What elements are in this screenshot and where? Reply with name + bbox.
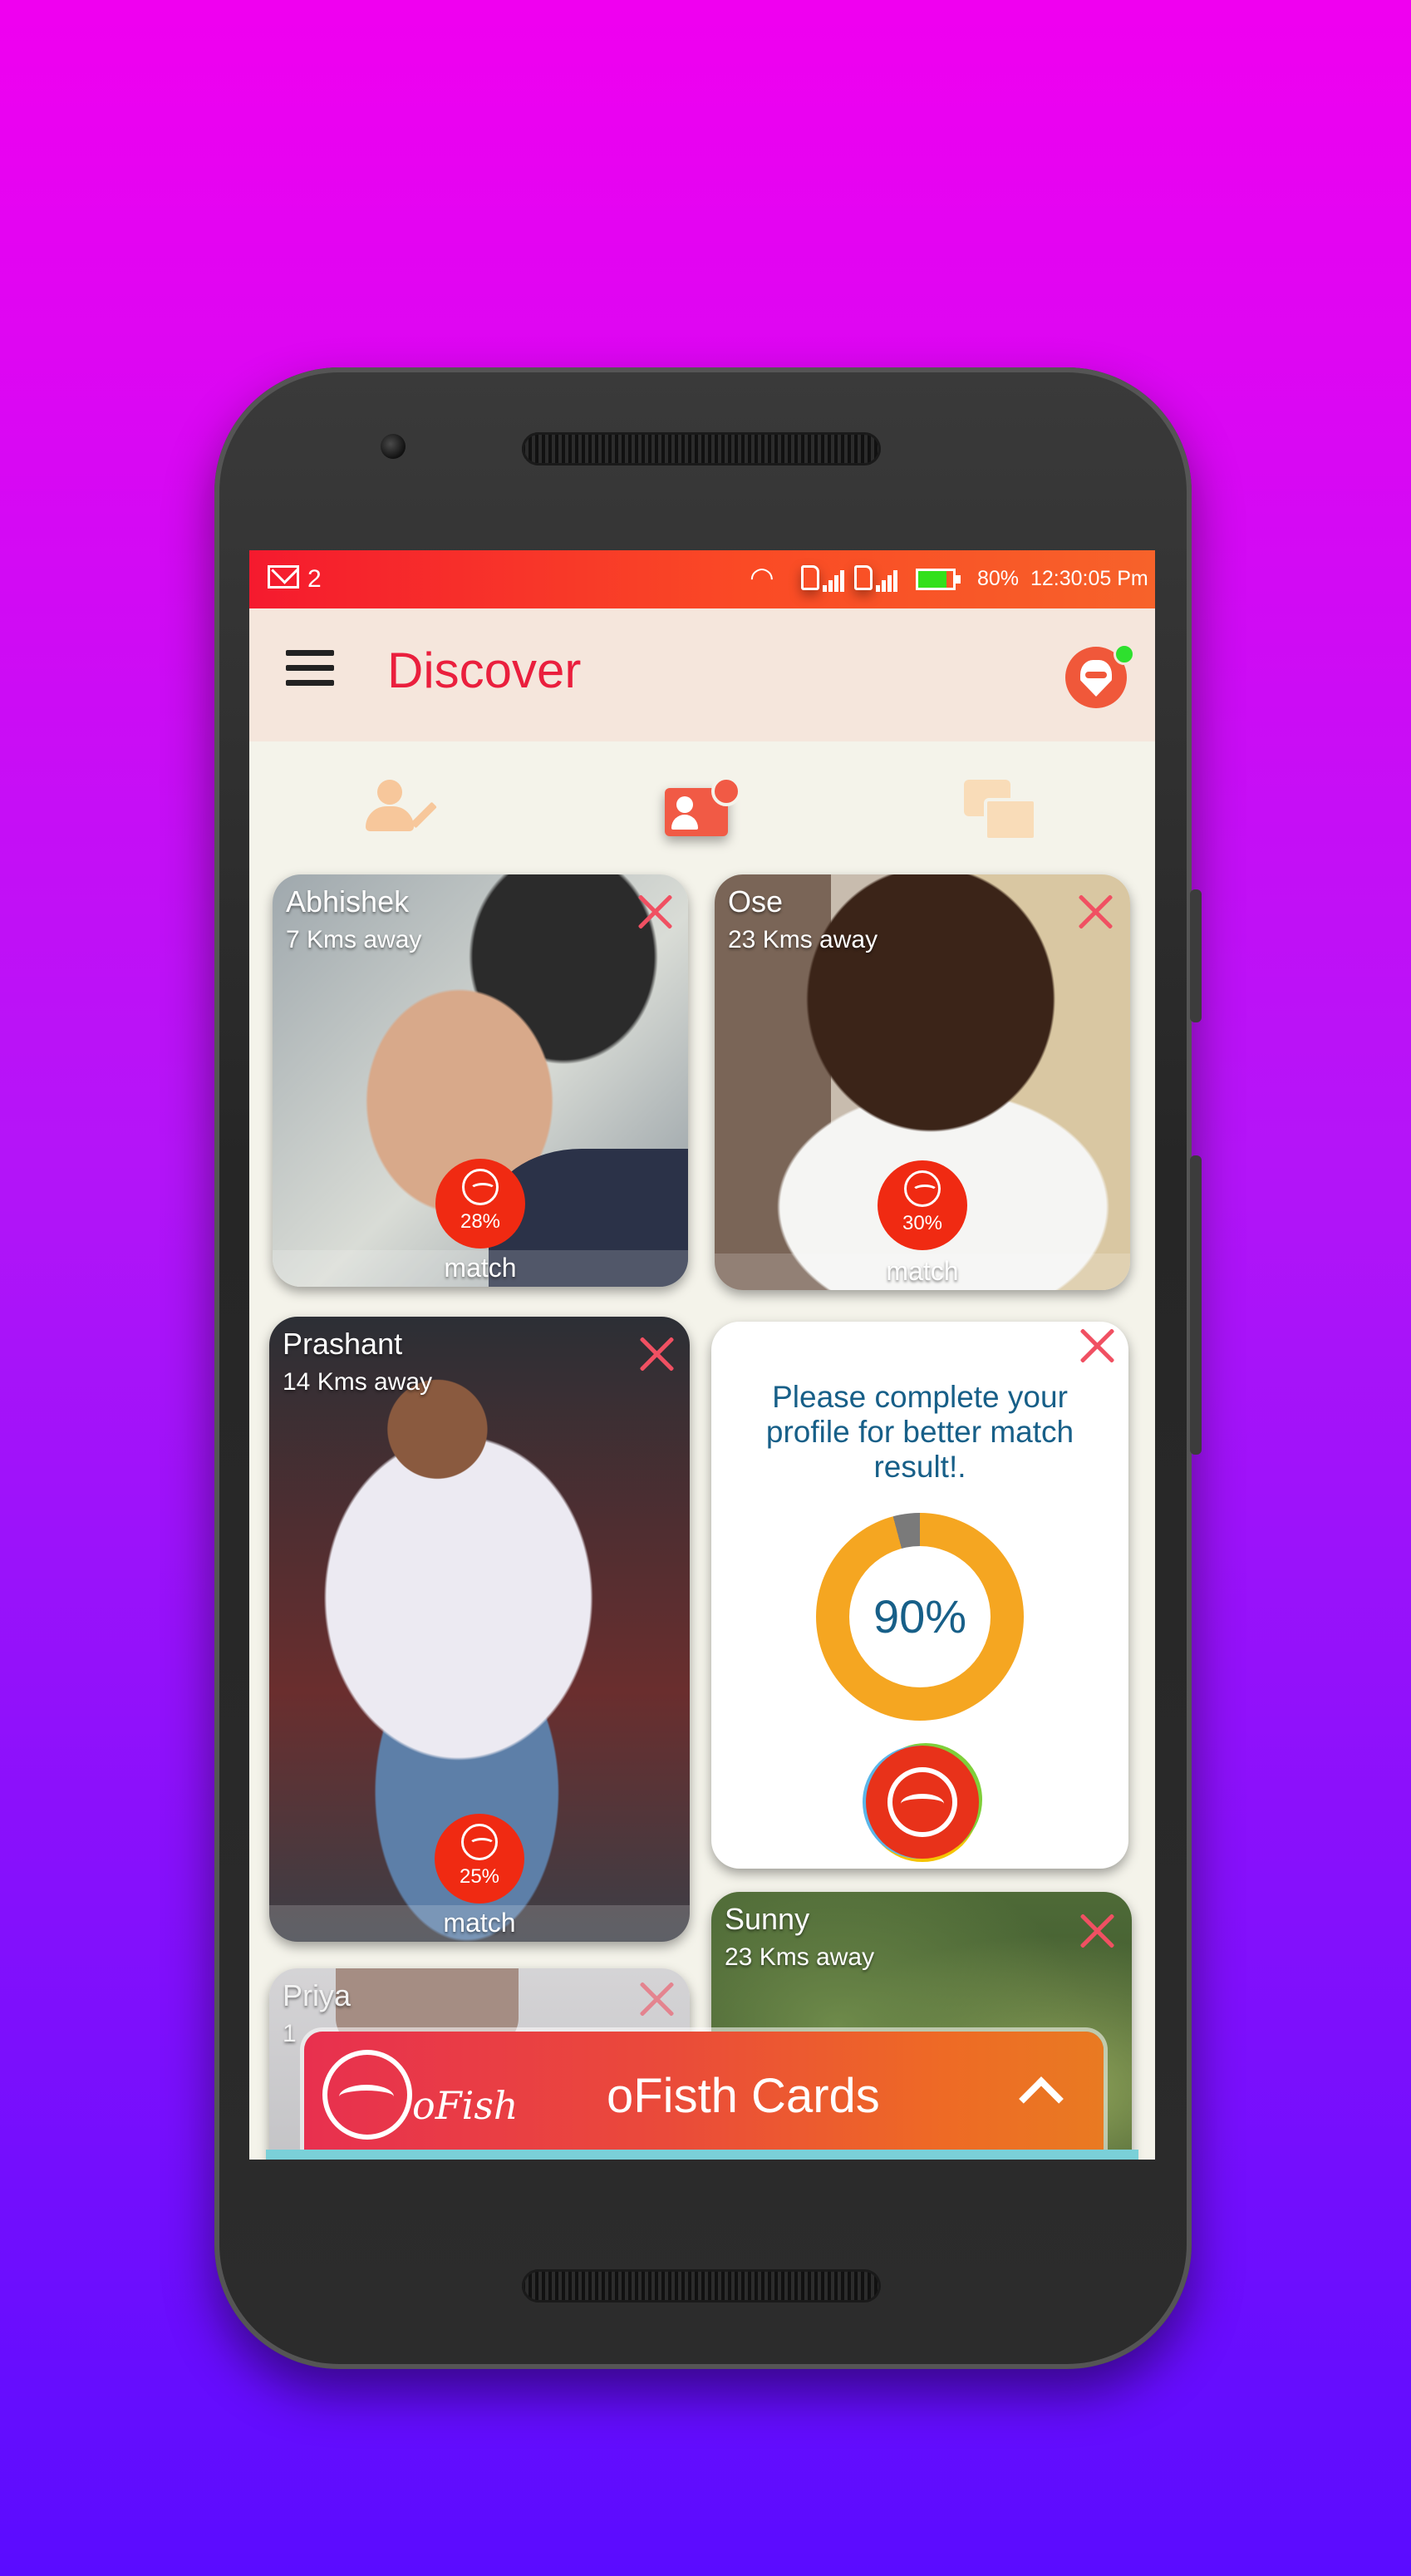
status-bar: 2 ◠ 80% 12:30:05 Pm [249, 550, 1155, 608]
mask-icon [1080, 660, 1112, 697]
dismiss-icon[interactable] [1077, 1325, 1118, 1367]
ofish-logo-icon [904, 1170, 941, 1207]
match-percent: 30% [902, 1212, 943, 1234]
completion-donut: 90% [816, 1513, 1024, 1721]
profile-distance: 1 [283, 2020, 297, 2047]
profile-completion-card[interactable]: Please complete your profile for better … [711, 1322, 1128, 1869]
wifi-icon: ◠ [750, 562, 774, 594]
dismiss-icon[interactable] [1075, 891, 1117, 933]
profile-name: Prashant [283, 1327, 403, 1361]
dismiss-icon[interactable] [637, 1978, 678, 2020]
app-screen: 2 ◠ 80% 12:30:05 Pm Discover Abhishek 7 … [249, 550, 1155, 2160]
match-badge: 30% [878, 1160, 967, 1250]
match-label: match [886, 1256, 959, 1286]
bottom-speaker [522, 2269, 881, 2303]
battery-icon [916, 569, 961, 590]
match-label: match [443, 1908, 516, 1938]
app-bar: Discover [249, 608, 1155, 741]
page-title: Discover [387, 643, 582, 698]
banner-title: oFisth Cards [607, 2069, 880, 2123]
profile-distance: 7 Kms away [286, 926, 422, 953]
profile-name: Ose [728, 884, 784, 919]
tab-discover[interactable] [665, 775, 741, 850]
online-status-dot [1114, 643, 1135, 665]
mail-icon [268, 565, 299, 589]
top-speaker [522, 432, 881, 465]
match-badge: 25% [435, 1814, 524, 1904]
completion-percent: 90% [873, 1590, 967, 1643]
dismiss-icon[interactable] [635, 891, 676, 933]
profile-name: Priya [283, 1978, 352, 2012]
battery-level [918, 571, 946, 588]
dismiss-icon[interactable] [1077, 1910, 1118, 1952]
ofish-app-logo-icon[interactable] [866, 1746, 979, 1859]
profile-distance: 23 Kms away [725, 1943, 875, 1971]
match-badge: 28% [435, 1159, 525, 1249]
ofish-logo-icon [322, 2050, 412, 2140]
completion-message: Please complete your profile for better … [765, 1380, 1074, 1484]
ofish-cards-banner[interactable]: oFish oFisth Cards [304, 2032, 1104, 2160]
profile-card[interactable]: Ose 23 Kms away 30% match [715, 874, 1130, 1290]
volume-button [1190, 1155, 1202, 1455]
brand-name: oFish [412, 2083, 519, 2128]
profile-distance: 23 Kms away [728, 926, 878, 953]
sim1-signal-icon [801, 565, 844, 592]
mail-count: 2 [307, 565, 322, 593]
power-button [1190, 889, 1202, 1022]
match-percent: 25% [459, 1865, 500, 1888]
profile-card[interactable]: Abhishek 7 Kms away 28% match [273, 874, 688, 1287]
profile-name: Abhishek [286, 884, 410, 919]
dismiss-icon[interactable] [637, 1333, 678, 1375]
sim2-signal-icon [854, 565, 897, 592]
match-label: match [444, 1253, 517, 1283]
ofish-logo-icon [462, 1169, 499, 1205]
battery-percent: 80% [977, 567, 1020, 590]
hamburger-menu-icon[interactable] [286, 650, 334, 687]
ofish-logo-icon [461, 1824, 498, 1860]
profile-card[interactable]: Prashant 14 Kms away 25% match [269, 1317, 690, 1942]
profile-name: Sunny [725, 1902, 810, 1936]
match-percent: 28% [460, 1210, 501, 1233]
tab-chat[interactable] [964, 775, 1039, 850]
bottom-accent-line [266, 2150, 1138, 2160]
front-camera [381, 434, 406, 459]
clock: 12:30:05 Pm [1030, 567, 1148, 590]
discover-grid: Abhishek 7 Kms away 28% match Ose 23 Kms… [249, 874, 1155, 2160]
tab-bar [249, 741, 1155, 874]
chevron-up-icon[interactable] [1019, 2076, 1064, 2121]
tab-edit-profile[interactable] [366, 775, 440, 850]
profile-distance: 14 Kms away [283, 1368, 433, 1396]
